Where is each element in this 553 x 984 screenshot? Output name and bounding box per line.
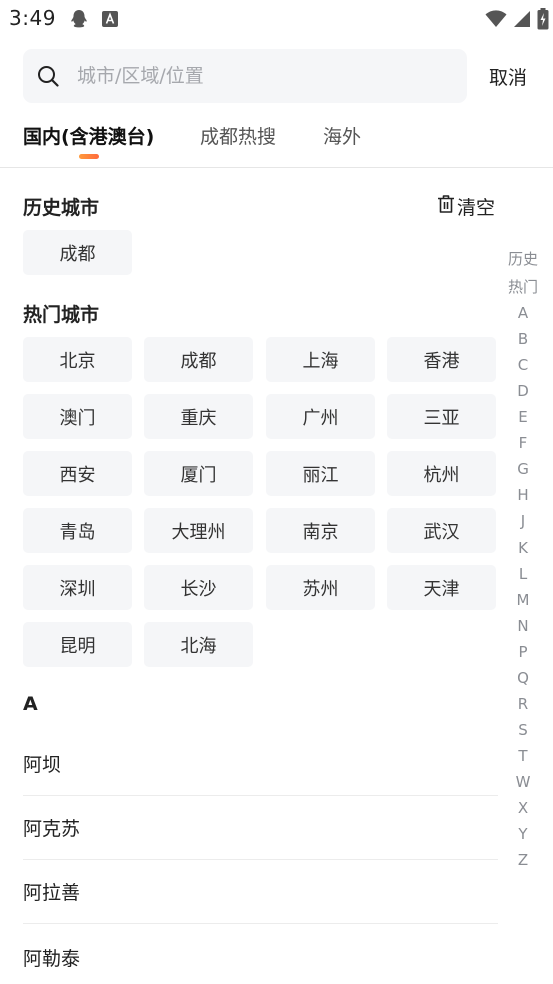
hot-city-chip[interactable]: 西安 xyxy=(23,451,132,496)
index-item-j[interactable]: J xyxy=(503,512,543,530)
index-item-w[interactable]: W xyxy=(503,773,543,791)
signal-icon xyxy=(513,10,531,32)
hot-city-chip[interactable]: 成都 xyxy=(144,337,253,382)
index-item-g[interactable]: G xyxy=(503,460,543,478)
city-list-item[interactable]: 阿坝 xyxy=(23,732,498,796)
hot-city-chip[interactable]: 香港 xyxy=(387,337,496,382)
index-item-z[interactable]: Z xyxy=(503,851,543,869)
hot-city-chip[interactable]: 北京 xyxy=(23,337,132,382)
wifi-icon xyxy=(485,10,507,32)
index-item-k[interactable]: K xyxy=(503,539,543,557)
city-list-item[interactable]: 阿拉善 xyxy=(23,860,498,924)
hot-city-chip[interactable]: 澳门 xyxy=(23,394,132,439)
hot-city-chip[interactable]: 青岛 xyxy=(23,508,132,553)
index-item-d[interactable]: D xyxy=(503,382,543,400)
search-icon xyxy=(37,65,59,87)
search-box[interactable] xyxy=(23,49,467,103)
hot-city-chip[interactable]: 武汉 xyxy=(387,508,496,553)
tab-chengdu-trending[interactable]: 成都热搜 xyxy=(200,122,276,149)
index-item-c[interactable]: C xyxy=(503,356,543,374)
search-input[interactable] xyxy=(77,49,457,103)
tab-overseas[interactable]: 海外 xyxy=(323,122,361,149)
index-item-n[interactable]: N xyxy=(503,617,543,635)
hot-city-chip[interactable]: 厦门 xyxy=(144,451,253,496)
history-city-chip[interactable]: 成都 xyxy=(23,230,132,275)
index-item-s[interactable]: S xyxy=(503,721,543,739)
hot-city-chip[interactable]: 大理州 xyxy=(144,508,253,553)
app-notification-icon xyxy=(102,11,118,31)
index-item-y[interactable]: Y xyxy=(503,825,543,843)
city-list-item[interactable]: 阿勒泰 xyxy=(23,925,498,984)
hot-city-chip[interactable]: 三亚 xyxy=(387,394,496,439)
history-title: 历史城市 xyxy=(23,197,100,219)
active-tab-indicator xyxy=(79,154,99,159)
letter-heading-a: A xyxy=(23,693,38,715)
hot-city-chip[interactable]: 杭州 xyxy=(387,451,496,496)
index-item-hot[interactable]: 热门 xyxy=(503,276,543,297)
hot-city-chip[interactable]: 丽江 xyxy=(266,451,375,496)
city-list-item[interactable]: 阿克苏 xyxy=(23,796,498,860)
hot-city-chip[interactable]: 深圳 xyxy=(23,565,132,610)
index-item-r[interactable]: R xyxy=(503,695,543,713)
clear-history-button[interactable]: 清空 xyxy=(437,193,495,220)
trash-icon xyxy=(437,194,455,219)
index-item-q[interactable]: Q xyxy=(503,669,543,687)
hot-city-chip[interactable]: 上海 xyxy=(266,337,375,382)
tab-domestic[interactable]: 国内(含港澳台) xyxy=(23,122,154,149)
hot-city-chip[interactable]: 昆明 xyxy=(23,622,132,667)
status-time: 3:49 xyxy=(9,6,56,30)
cancel-button[interactable]: 取消 xyxy=(489,63,527,90)
battery-icon xyxy=(537,8,549,34)
index-item-e[interactable]: E xyxy=(503,408,543,426)
hot-cities-title: 热门城市 xyxy=(23,304,100,326)
index-item-x[interactable]: X xyxy=(503,799,543,817)
index-item-p[interactable]: P xyxy=(503,643,543,661)
clear-label: 清空 xyxy=(457,197,496,219)
hot-city-chip[interactable]: 长沙 xyxy=(144,565,253,610)
hot-city-chip[interactable]: 天津 xyxy=(387,565,496,610)
index-item-h[interactable]: H xyxy=(503,486,543,504)
index-item-a[interactable]: A xyxy=(503,304,543,322)
hot-city-chip[interactable]: 北海 xyxy=(144,622,253,667)
index-item-m[interactable]: M xyxy=(503,591,543,609)
index-item-f[interactable]: F xyxy=(503,434,543,452)
index-item-b[interactable]: B xyxy=(503,330,543,348)
hot-city-chip[interactable]: 苏州 xyxy=(266,565,375,610)
hot-city-chip[interactable]: 广州 xyxy=(266,394,375,439)
index-item-t[interactable]: T xyxy=(503,747,543,765)
location-tabs: 国内(含港澳台) 成都热搜 海外 xyxy=(0,118,553,168)
qq-notification-icon xyxy=(70,9,88,33)
status-bar: 3:49 xyxy=(0,0,553,38)
hot-city-chip[interactable]: 南京 xyxy=(266,508,375,553)
hot-city-chip[interactable]: 重庆 xyxy=(144,394,253,439)
index-item-history[interactable]: 历史 xyxy=(503,248,543,269)
index-item-l[interactable]: L xyxy=(503,565,543,583)
